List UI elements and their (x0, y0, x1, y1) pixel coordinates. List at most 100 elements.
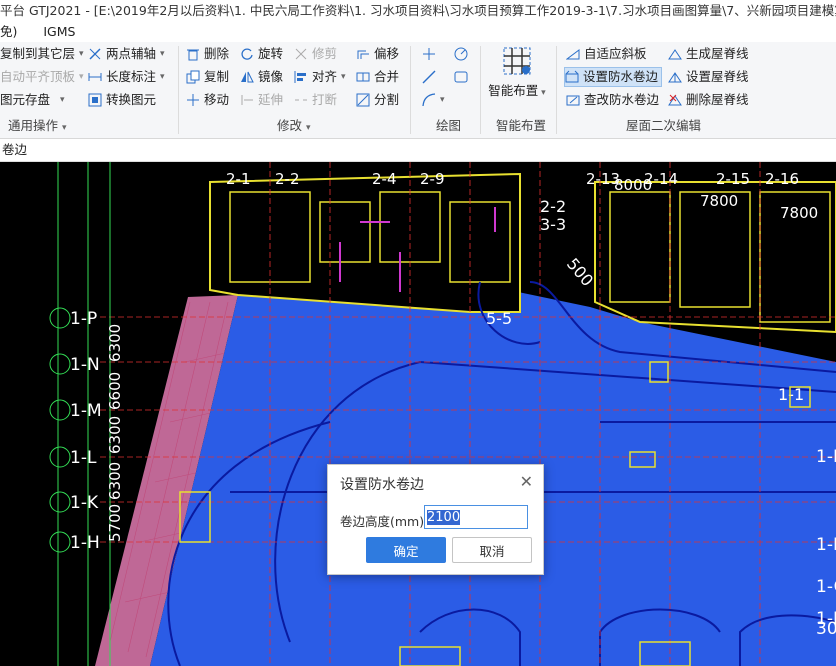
dim-label-top: 7800 (780, 204, 818, 222)
edit-waterproof-edge-button[interactable]: 查改防水卷边 (566, 90, 659, 110)
window-title-text: 平台 GTJ2021 - [E:\2019年2月以后资料\1. 中民六局工作资料… (0, 3, 836, 18)
merge-icon (356, 70, 370, 84)
command-bar: 卷边 (0, 139, 836, 162)
align-icon (294, 70, 308, 84)
two-point-axis-button[interactable]: 两点辅轴 ▾ (88, 44, 165, 64)
dim-label-top: 8000 (614, 176, 652, 194)
save-element-button[interactable]: 图元存盘 ▾ (0, 90, 65, 110)
draw-point-button[interactable] (422, 44, 440, 64)
dim-label-top: 7800 (700, 192, 738, 210)
cad-drawing[interactable]: 1-P 1-N 1-M 1-L 1-K 1-H 6300 6600 6300 6… (0, 162, 836, 666)
draw-circle-button[interactable] (454, 44, 472, 64)
window-title: 平台 GTJ2021 - [E:\2019年2月以后资料\1. 中民六局工作资料… (0, 0, 836, 22)
set-waterproof-edge-button[interactable]: 设置防水卷边 (564, 67, 663, 87)
waterproof-edge-dialog: 设置防水卷边 ✕ 卷边高度(mm) 确定 取消 (327, 464, 544, 575)
cad-label: 1-1 (778, 385, 804, 404)
axis-label-right: 1-L (816, 447, 836, 467)
merge-button[interactable]: 合并 (356, 67, 399, 87)
axis-label-right: 1-G (816, 577, 836, 597)
delete-button[interactable]: 删除 (186, 44, 229, 64)
axis-label-left: 1-M (70, 401, 102, 421)
move-icon (186, 93, 200, 107)
two-point-axis-icon (88, 47, 102, 61)
ridge-icon (668, 47, 682, 61)
cad-canvas[interactable]: 1-P 1-N 1-M 1-L 1-K 1-H 6300 6600 6300 6… (0, 162, 836, 666)
cad-label: 3-3 (540, 215, 566, 234)
trim-button[interactable]: 修剪 (294, 44, 337, 64)
dialog-title: 设置防水卷边 (340, 477, 424, 493)
copy-icon (186, 70, 200, 84)
edge-height-input[interactable] (424, 505, 528, 529)
copy-to-floor-button[interactable]: 复制到其它层 ▾ (0, 44, 84, 64)
group-smart: 智能布置 ▾ 智能布置 (484, 42, 556, 138)
axis-label-left: 1-N (70, 355, 100, 375)
delete-icon (186, 47, 200, 61)
rotate-button[interactable]: 旋转 (240, 44, 283, 64)
group-label-modify: 修改 ▾ (277, 118, 311, 133)
group-label-draw: 绘图 (436, 118, 462, 133)
group-modify: 删除 复制 移动 旋转 镜像 延伸 修剪 对齐 ▾ 打断 偏移 合并 分割 修改 ▾ (184, 42, 410, 138)
split-button[interactable]: 分割 (356, 90, 399, 110)
delete-ridge-button[interactable]: 删除屋脊线 (668, 90, 749, 110)
draw-line-button[interactable] (422, 67, 440, 87)
axis-label-top: 2-15 (716, 170, 750, 188)
smart-layout-label: 智能布置 (488, 83, 539, 98)
axis-label-left: 1-K (70, 493, 99, 513)
group-label-roof: 屋面二次编辑 (626, 118, 702, 133)
mirror-button[interactable]: 镜像 (240, 67, 283, 87)
slope-icon (565, 47, 580, 61)
extend-button[interactable]: 延伸 (240, 90, 283, 110)
move-button[interactable]: 移动 (186, 90, 229, 110)
dim-label-left: 6300 (106, 462, 124, 500)
axis-label-top: 2-1 (226, 170, 251, 188)
group-roof: 自适应斜板 设置防水卷边 查改防水卷边 生成屋脊线 设置屋脊线 删除屋脊线 屋面… (562, 42, 836, 138)
dim-label-left: 6300 (106, 324, 124, 362)
group-draw: ▾ 绘图 (414, 42, 480, 138)
offset-button[interactable]: 偏移 (356, 44, 399, 64)
split-icon (356, 93, 370, 107)
axis-label-top: 2-2 (275, 170, 300, 188)
delete-ridge-icon (668, 93, 682, 107)
cancel-button[interactable]: 取消 (452, 537, 532, 563)
menu-item-igms[interactable]: IGMS (43, 24, 75, 39)
break-icon (294, 93, 308, 107)
axis-label-left: 1-L (70, 448, 97, 468)
convert-element-button[interactable]: 转换图元 (88, 90, 156, 110)
group-common: 复制到其它层 ▾ 自动平齐顶板 ▾ 图元存盘 ▾ 两点辅轴 ▾ 长度标注 ▾ 转换图元 通… (0, 42, 178, 138)
extend-icon (240, 93, 254, 107)
adaptive-slope-button[interactable]: 自适应斜板 (565, 44, 647, 64)
axis-label-left: 1-H (70, 533, 100, 553)
axis-label-left: 1-P (70, 309, 97, 329)
break-button[interactable]: 打断 (294, 90, 337, 110)
axis-label-top: 2-16 (765, 170, 799, 188)
axis-label-right: 1-H (816, 535, 836, 555)
align-button[interactable]: 对齐 ▾ (294, 67, 346, 87)
rect-icon (454, 70, 468, 84)
length-dimension-button[interactable]: 长度标注 ▾ (88, 67, 165, 87)
set-ridge-button[interactable]: 设置屋脊线 (668, 67, 749, 87)
ribbon: 复制到其它层 ▾ 自动平齐顶板 ▾ 图元存盘 ▾ 两点辅轴 ▾ 长度标注 ▾ 转换图元 通… (0, 42, 836, 139)
set-ridge-icon (668, 70, 682, 84)
edge-height-label: 卷边高度(mm) (340, 514, 425, 529)
group-label-smart: 智能布置 (496, 118, 547, 133)
smart-layout-button[interactable]: 智能布置 ▾ (486, 44, 548, 102)
smart-layout-icon (503, 47, 531, 75)
edit-edge-icon (566, 93, 580, 107)
cad-label: 5-5 (486, 309, 512, 328)
draw-arc-button[interactable]: ▾ (422, 90, 445, 110)
axis-label-right: 30 (816, 619, 836, 639)
arc-icon (422, 93, 436, 107)
dim-label-left: 6300 (106, 416, 124, 454)
dimension-icon (88, 70, 102, 84)
close-icon[interactable]: ✕ (520, 472, 533, 491)
draw-rect-button[interactable] (454, 67, 472, 87)
menu-item-free[interactable]: 免) (0, 24, 17, 39)
dim-label-left: 6600 (106, 372, 124, 410)
offset-icon (356, 47, 370, 61)
ok-button[interactable]: 确定 (366, 537, 446, 563)
dim-label-left: 5700 (106, 504, 124, 542)
generate-ridge-button[interactable]: 生成屋脊线 (668, 44, 749, 64)
copy-button[interactable]: 复制 (186, 67, 229, 87)
circle-icon (454, 47, 468, 61)
auto-align-slab-button[interactable]: 自动平齐顶板 ▾ (0, 67, 84, 87)
